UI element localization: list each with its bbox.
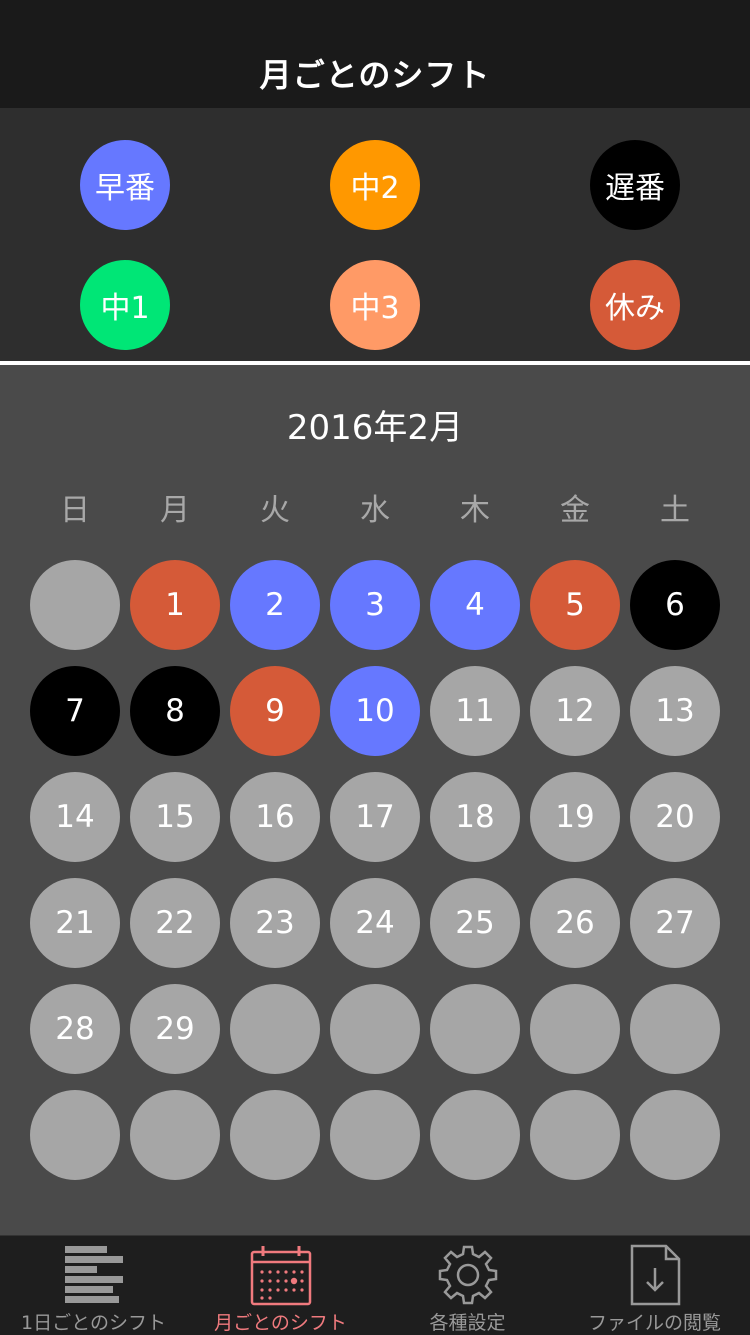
shift-early-button[interactable]: 早番 bbox=[80, 140, 170, 230]
daily-list-icon bbox=[64, 1246, 123, 1303]
calendar-icon bbox=[250, 1246, 311, 1306]
shift-late-button[interactable]: 遅番 bbox=[590, 140, 680, 230]
calendar-day-11[interactable]: 11 bbox=[430, 666, 520, 756]
calendar-day-empty bbox=[30, 1090, 120, 1180]
calendar-day-16[interactable]: 16 bbox=[230, 772, 320, 862]
calendar-day-6[interactable]: 6 bbox=[630, 560, 720, 650]
calendar-day-8[interactable]: 8 bbox=[130, 666, 220, 756]
tab-bar: 1日ごとのシフト 月ごとのシフト 各種設定 ファイルの閲覧 bbox=[0, 1235, 750, 1335]
shift-mid2-button[interactable]: 中2 bbox=[330, 140, 420, 230]
calendar-day-1[interactable]: 1 bbox=[130, 560, 220, 650]
gear-icon bbox=[438, 1245, 497, 1305]
calendar-day-14[interactable]: 14 bbox=[30, 772, 120, 862]
weekday-thu: 木 bbox=[460, 493, 490, 528]
calendar-day-21[interactable]: 21 bbox=[30, 878, 120, 968]
tab-label: 月ごとのシフト bbox=[214, 1312, 347, 1334]
calendar-day-19[interactable]: 19 bbox=[530, 772, 620, 862]
calendar-day-7[interactable]: 7 bbox=[30, 666, 120, 756]
calendar-day-22[interactable]: 22 bbox=[130, 878, 220, 968]
calendar-day-empty bbox=[330, 984, 420, 1074]
shift-off-button[interactable]: 休み bbox=[590, 260, 680, 350]
calendar-day-23[interactable]: 23 bbox=[230, 878, 320, 968]
shift-mid3-button[interactable]: 中3 bbox=[330, 260, 420, 350]
tab-monthly-shift[interactable]: 月ごとのシフト bbox=[187, 1236, 374, 1335]
calendar-day-29[interactable]: 29 bbox=[130, 984, 220, 1074]
tab-label: ファイルの閲覧 bbox=[587, 1312, 721, 1334]
tab-file-browse[interactable]: ファイルの閲覧 bbox=[561, 1236, 748, 1335]
weekday-sun: 日 bbox=[60, 493, 90, 528]
calendar-day-17[interactable]: 17 bbox=[330, 772, 420, 862]
month-calendar: 2016年2月 日 月 火 水 木 金 土 1 2 3 4 5 6 7 8 9 10 11 12 13 1… bbox=[0, 365, 750, 1235]
calendar-day-13[interactable]: 13 bbox=[630, 666, 720, 756]
weekday-sat: 土 bbox=[660, 493, 690, 528]
calendar-day-empty bbox=[430, 984, 520, 1074]
calendar-day-empty bbox=[130, 1090, 220, 1180]
calendar-day-empty bbox=[630, 984, 720, 1074]
tab-label: 1日ごとのシフト bbox=[21, 1312, 166, 1334]
calendar-day-4[interactable]: 4 bbox=[430, 560, 520, 650]
calendar-day-18[interactable]: 18 bbox=[430, 772, 520, 862]
calendar-day-12[interactable]: 12 bbox=[530, 666, 620, 756]
tab-settings[interactable]: 各種設定 bbox=[374, 1236, 561, 1335]
calendar-day-10[interactable]: 10 bbox=[330, 666, 420, 756]
shift-legend: 早番 中2 遅番 中1 中3 休み bbox=[0, 108, 750, 361]
calendar-day-24[interactable]: 24 bbox=[330, 878, 420, 968]
month-title: 2016年2月 bbox=[286, 408, 464, 448]
calendar-day-empty bbox=[430, 1090, 520, 1180]
calendar-day-empty bbox=[230, 984, 320, 1074]
calendar-day-3[interactable]: 3 bbox=[330, 560, 420, 650]
weekday-wed: 水 bbox=[360, 493, 390, 528]
weekday-tue: 火 bbox=[260, 493, 290, 528]
calendar-day-28[interactable]: 28 bbox=[30, 984, 120, 1074]
calendar-day-empty bbox=[30, 560, 120, 650]
navigation-bar: 月ごとのシフト bbox=[0, 0, 750, 108]
calendar-day-27[interactable]: 27 bbox=[630, 878, 720, 968]
calendar-day-26[interactable]: 26 bbox=[530, 878, 620, 968]
file-download-icon bbox=[630, 1244, 680, 1306]
calendar-day-15[interactable]: 15 bbox=[130, 772, 220, 862]
calendar-day-9[interactable]: 9 bbox=[230, 666, 320, 756]
calendar-day-empty bbox=[630, 1090, 720, 1180]
tab-label: 各種設定 bbox=[429, 1312, 506, 1334]
calendar-day-empty bbox=[530, 984, 620, 1074]
calendar-day-2[interactable]: 2 bbox=[230, 560, 320, 650]
weekday-fri: 金 bbox=[560, 493, 590, 528]
calendar-day-empty bbox=[530, 1090, 620, 1180]
tab-daily-shift[interactable]: 1日ごとのシフト bbox=[0, 1236, 187, 1335]
calendar-day-20[interactable]: 20 bbox=[630, 772, 720, 862]
weekday-mon: 月 bbox=[160, 493, 190, 528]
calendar-day-25[interactable]: 25 bbox=[430, 878, 520, 968]
shift-mid1-button[interactable]: 中1 bbox=[80, 260, 170, 350]
calendar-day-empty bbox=[230, 1090, 320, 1180]
calendar-day-5[interactable]: 5 bbox=[530, 560, 620, 650]
page-title: 月ごとのシフト bbox=[259, 56, 491, 94]
calendar-day-empty bbox=[330, 1090, 420, 1180]
